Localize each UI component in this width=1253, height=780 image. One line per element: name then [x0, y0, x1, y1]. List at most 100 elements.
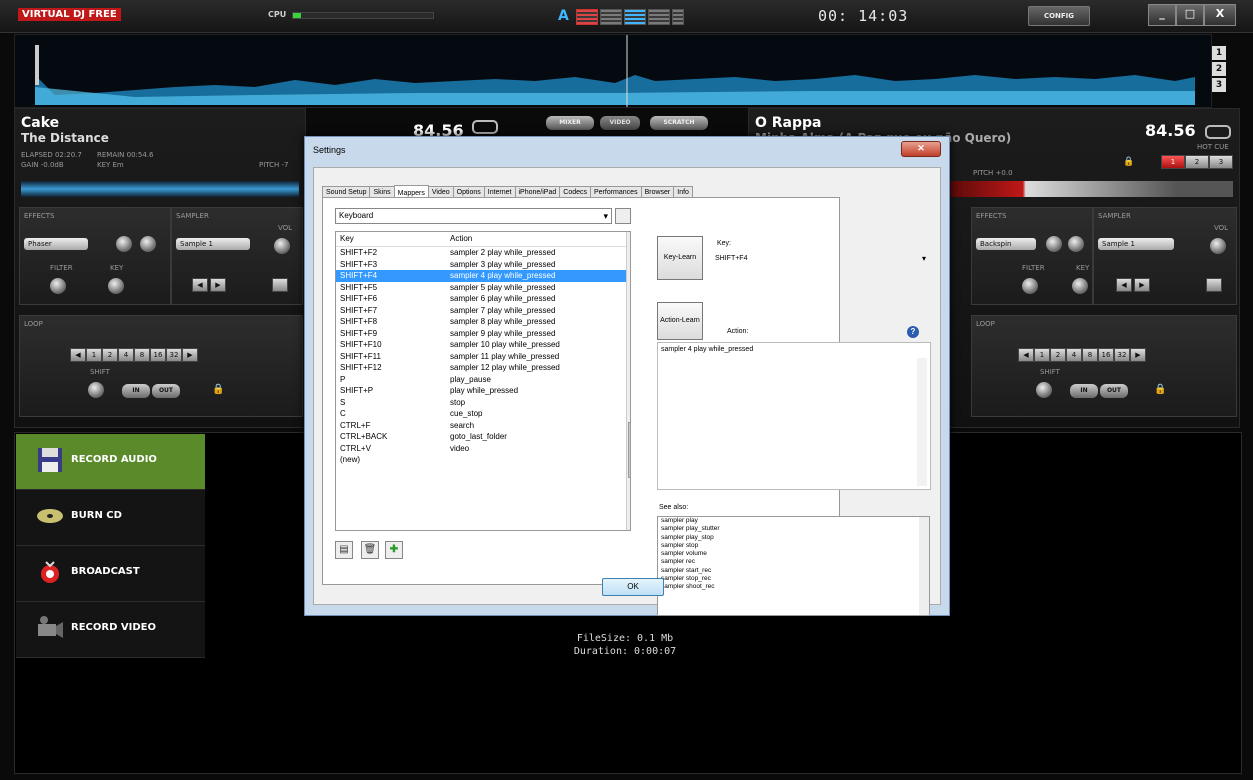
device-options-button[interactable] [615, 208, 631, 224]
loop-shift-knob[interactable] [1036, 382, 1052, 398]
key-select[interactable]: SHIFT+F4 [713, 252, 929, 265]
table-row[interactable]: (new) [336, 454, 630, 466]
hot-cue-2-button[interactable]: 2 [1185, 155, 1209, 169]
table-row[interactable]: SHIFT+F8 sampler 8 play while_pressed [336, 316, 630, 328]
table-row[interactable]: CTRL+BACK goto_last_folder [336, 431, 630, 443]
import-icon[interactable]: ▤ [335, 541, 353, 559]
tab-mixer[interactable]: MIXER [546, 116, 594, 130]
device-select[interactable]: Keyboard [335, 208, 612, 224]
hot-cue-1-button[interactable]: 1 [1161, 155, 1185, 169]
layout-button-3[interactable] [624, 9, 646, 25]
key-knob[interactable] [1072, 278, 1088, 294]
loop-4-button[interactable]: 4 [1066, 348, 1082, 362]
key-mapping-list[interactable]: Key Action SHIFT+F2 sampler 2 play while_… [335, 231, 631, 531]
table-row[interactable]: SHIFT+F6 sampler 6 play while_pressed [336, 293, 630, 305]
effect-param2-knob[interactable] [140, 236, 156, 252]
see-also-item[interactable]: sampler stop_rec [658, 575, 920, 583]
loop-1-button[interactable]: 1 [1034, 348, 1050, 362]
layout-button-1[interactable] [576, 9, 598, 25]
effect-select[interactable]: Phaser [24, 238, 88, 250]
waveform-overview[interactable] [14, 34, 1212, 108]
see-also-list[interactable]: sampler play sampler play_stutter sampler … [657, 516, 921, 616]
see-also-item[interactable]: sampler play [658, 517, 920, 525]
loop-32-button[interactable]: 32 [166, 348, 182, 362]
close-button[interactable]: X [1204, 4, 1236, 26]
config-button[interactable]: CONFIG [1028, 6, 1090, 26]
loop-shift-knob[interactable] [88, 382, 104, 398]
tab-scratch[interactable]: SCRATCH [650, 116, 708, 130]
effect-param1-knob[interactable] [1046, 236, 1062, 252]
loop-2-button[interactable]: 2 [102, 348, 118, 362]
see-also-item[interactable]: sampler start_rec [658, 567, 920, 575]
table-row[interactable]: CTRL+V video [336, 443, 630, 455]
effect-select[interactable]: Backspin [976, 238, 1036, 250]
see-also-item[interactable]: sampler stop [658, 542, 920, 550]
loop-next-button[interactable]: ▶ [1130, 348, 1146, 362]
sampler-rec-button[interactable] [272, 278, 288, 292]
sampler-vol-knob[interactable] [1210, 238, 1226, 254]
help-icon[interactable]: ? [907, 326, 919, 338]
table-row[interactable]: SHIFT+F9 sampler 9 play while_pressed [336, 328, 630, 340]
table-row[interactable]: SHIFT+F4 sampler 4 play while_pressed [336, 270, 630, 282]
minimize-button[interactable]: _ [1148, 4, 1176, 26]
action-learn-button[interactable]: Action-Learn [657, 302, 703, 340]
key-knob[interactable] [108, 278, 124, 294]
col-action-header[interactable]: Action [450, 232, 472, 246]
table-row[interactable]: Ccue_stop [336, 408, 630, 420]
key-learn-button[interactable]: Key-Learn [657, 236, 703, 280]
hot-cue-lock-icon[interactable]: 🔒 [1123, 157, 1134, 167]
table-row[interactable]: Pplay_pause [336, 374, 630, 386]
loop-in-button[interactable]: IN [122, 384, 150, 398]
wave-button-2[interactable]: 2 [1212, 62, 1226, 76]
loop-16-button[interactable]: 16 [1098, 348, 1114, 362]
record-video-item[interactable]: RECORD VIDEO [16, 602, 205, 658]
action-textarea[interactable]: sampler 4 play while_pressed [657, 342, 931, 490]
layout-button-4[interactable] [648, 9, 670, 25]
right-bpm-sync-icon[interactable] [1205, 125, 1231, 139]
tab-video[interactable]: VIDEO [600, 116, 640, 130]
sampler-next-button[interactable]: ▶ [1134, 278, 1150, 292]
sampler-vol-knob[interactable] [274, 238, 290, 254]
effect-param1-knob[interactable] [116, 236, 132, 252]
list-scrollbar[interactable] [626, 232, 630, 530]
sampler-prev-button[interactable]: ◀ [192, 278, 208, 292]
loop-32-button[interactable]: 32 [1114, 348, 1130, 362]
filter-knob[interactable] [50, 278, 66, 294]
col-key-header[interactable]: Key [340, 232, 354, 246]
maximize-button[interactable]: □ [1176, 4, 1204, 26]
table-row[interactable]: CTRL+F search [336, 420, 630, 432]
delete-icon[interactable]: 🗑 [361, 541, 379, 559]
wave-button-3[interactable]: 3 [1212, 78, 1226, 92]
table-row[interactable]: SHIFT+F5 sampler 5 play while_pressed [336, 282, 630, 294]
left-bpm-sync-icon[interactable] [472, 120, 498, 134]
loop-4-button[interactable]: 4 [118, 348, 134, 362]
record-audio-item[interactable]: RECORD AUDIO [16, 434, 205, 490]
action-scrollbar[interactable] [917, 358, 927, 486]
loop-8-button[interactable]: 8 [1082, 348, 1098, 362]
see-also-item[interactable]: sampler shoot_rec [658, 583, 920, 591]
sampler-next-button[interactable]: ▶ [210, 278, 226, 292]
loop-2-button[interactable]: 2 [1050, 348, 1066, 362]
table-row[interactable]: SHIFT+P play while_pressed [336, 385, 630, 397]
right-deck-waveform[interactable] [949, 181, 1233, 197]
loop-out-button[interactable]: OUT [152, 384, 180, 398]
burn-cd-item[interactable]: BURN CD [16, 490, 205, 546]
loop-prev-button[interactable]: ◀ [1018, 348, 1034, 362]
see-also-item[interactable]: sampler play_stop [658, 534, 920, 542]
sampler-select[interactable]: Sample 1 [1098, 238, 1174, 250]
see-also-item[interactable]: sampler rec [658, 558, 920, 566]
table-row[interactable]: SHIFT+F11 sampler 11 play while_pressed [336, 351, 630, 363]
table-row[interactable]: SHIFT+F7 sampler 7 play while_pressed [336, 305, 630, 317]
effect-param2-knob[interactable] [1068, 236, 1084, 252]
lock-icon[interactable]: 🔒 [212, 384, 224, 395]
loop-8-button[interactable]: 8 [134, 348, 150, 362]
lock-icon[interactable]: 🔒 [1154, 384, 1166, 395]
layout-button-2[interactable] [600, 9, 622, 25]
broadcast-item[interactable]: BROADCAST [16, 546, 205, 602]
loop-16-button[interactable]: 16 [150, 348, 166, 362]
sampler-rec-button[interactable] [1206, 278, 1222, 292]
loop-in-button[interactable]: IN [1070, 384, 1098, 398]
see-also-item[interactable]: sampler volume [658, 550, 920, 558]
table-row[interactable]: SHIFT+F2 sampler 2 play while_pressed [336, 247, 630, 259]
loop-next-button[interactable]: ▶ [182, 348, 198, 362]
